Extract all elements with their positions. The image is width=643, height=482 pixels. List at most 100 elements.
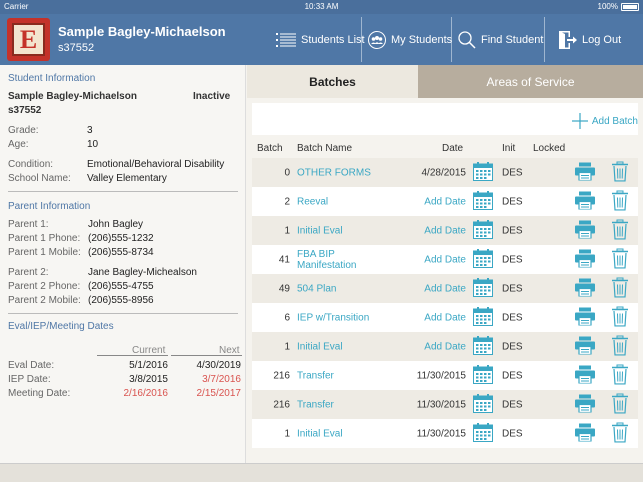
log-out-label: Log Out — [582, 33, 622, 46]
trash-icon[interactable] — [612, 335, 628, 358]
table-row[interactable]: 1 Initial Eval Add Date DES — [252, 216, 638, 245]
batch-init: DES — [502, 196, 523, 207]
print-icon[interactable] — [575, 423, 595, 444]
print-icon[interactable] — [575, 162, 595, 183]
batch-name-link[interactable]: 504 Plan — [297, 283, 392, 294]
table-row[interactable]: 0 OTHER FORMS 4/28/2015 DES — [252, 158, 638, 187]
print-icon[interactable] — [575, 249, 595, 270]
students-list-button[interactable]: Students List — [276, 17, 365, 62]
logout-icon — [559, 30, 577, 49]
header-student-id: s37552 — [58, 42, 95, 54]
add-batch-bar: Add Batch — [252, 103, 638, 135]
trash-icon[interactable] — [612, 248, 628, 271]
calendar-icon[interactable] — [473, 248, 493, 271]
batch-number: 41 — [278, 254, 290, 265]
trash-icon[interactable] — [612, 219, 628, 242]
batch-number: 216 — [273, 399, 290, 410]
col-date: Date — [442, 143, 464, 154]
trash-icon[interactable] — [612, 277, 628, 300]
divider — [8, 313, 238, 314]
batch-init: DES — [502, 254, 523, 265]
add-date-link[interactable]: Add Date — [424, 196, 466, 207]
field-label: Parent 1 Mobile: — [8, 247, 81, 258]
trash-icon[interactable] — [612, 306, 628, 329]
col-batch-name: Batch Name — [297, 143, 353, 154]
table-row[interactable]: 6 IEP w/Transition Add Date DES — [252, 303, 638, 332]
group-icon — [368, 30, 386, 49]
trash-icon[interactable] — [612, 364, 628, 387]
batch-name-link[interactable]: Initial Eval — [297, 225, 392, 236]
meeting-current: 2/16/2016 — [123, 388, 169, 399]
batch-name-link[interactable]: Reeval — [297, 196, 392, 207]
parent-info-title: Parent Information — [8, 201, 91, 212]
divider — [8, 191, 238, 192]
batch-init: DES — [502, 399, 523, 410]
batch-init: DES — [502, 283, 523, 294]
calendar-icon[interactable] — [473, 219, 493, 242]
calendar-icon[interactable] — [473, 364, 493, 387]
calendar-icon[interactable] — [473, 422, 493, 445]
table-row[interactable]: 49 504 Plan Add Date DES — [252, 274, 638, 303]
batch-name-link[interactable]: Initial Eval — [297, 341, 392, 352]
search-icon — [458, 30, 476, 49]
column-underline — [97, 355, 168, 356]
print-icon[interactable] — [575, 220, 595, 241]
batch-name-link[interactable]: FBA BIP Manifestation — [297, 249, 392, 271]
trash-icon[interactable] — [612, 422, 628, 445]
add-date-link[interactable]: Add Date — [424, 341, 466, 352]
parent2-phone: (206)555-4755 — [88, 281, 154, 292]
parent2-name: Jane Bagley-Michealson — [88, 267, 197, 278]
header-bar: E Sample Bagley-Michaelson s37552 Studen… — [0, 14, 643, 65]
age-value: 10 — [87, 139, 99, 150]
batch-name-link[interactable]: OTHER FORMS — [297, 167, 392, 178]
table-row[interactable]: 41 FBA BIP Manifestation Add Date DES — [252, 245, 638, 274]
calendar-icon[interactable] — [473, 393, 493, 416]
batch-init: DES — [502, 167, 523, 178]
add-date-link[interactable]: Add Date — [424, 254, 466, 265]
trash-icon[interactable] — [612, 190, 628, 213]
table-row[interactable]: 216 Transfer 11/30/2015 DES — [252, 390, 638, 419]
batch-number: 49 — [278, 283, 290, 294]
table-row[interactable]: 2 Reeval Add Date DES — [252, 187, 638, 216]
print-icon[interactable] — [575, 307, 595, 328]
calendar-icon[interactable] — [473, 335, 493, 358]
my-students-label: My Students — [391, 33, 453, 46]
batch-name-link[interactable]: Transfer — [297, 370, 392, 381]
parent1-name: John Bagley — [88, 219, 144, 230]
print-icon[interactable] — [575, 278, 595, 299]
my-students-button[interactable]: My Students — [368, 17, 452, 62]
calendar-icon[interactable] — [473, 161, 493, 184]
add-date-link[interactable]: Add Date — [424, 283, 466, 294]
calendar-icon[interactable] — [473, 306, 493, 329]
tab-batches[interactable]: Batches — [247, 65, 418, 98]
print-icon[interactable] — [575, 394, 595, 415]
trash-icon[interactable] — [612, 161, 628, 184]
batch-number: 0 — [284, 167, 290, 178]
batch-name-link[interactable]: Initial Eval — [297, 428, 392, 439]
print-icon[interactable] — [575, 336, 595, 357]
add-date-link[interactable]: Add Date — [424, 312, 466, 323]
trash-icon[interactable] — [612, 393, 628, 416]
tab-areas-of-service[interactable]: Areas of Service — [418, 65, 643, 98]
table-row[interactable]: 1 Initial Eval 11/30/2015 DES — [252, 419, 638, 448]
add-date-link[interactable]: Add Date — [424, 225, 466, 236]
table-row[interactable]: 1 Initial Eval Add Date DES — [252, 332, 638, 361]
students-list-label: Students List — [301, 33, 365, 46]
field-label: Parent 2 Mobile: — [8, 295, 81, 306]
batch-name-link[interactable]: IEP w/Transition — [297, 312, 392, 323]
print-icon[interactable] — [575, 191, 595, 212]
print-icon[interactable] — [575, 365, 595, 386]
batch-name-link[interactable]: Transfer — [297, 399, 392, 410]
field-label: IEP Date: — [8, 374, 51, 385]
table-row[interactable]: 216 Transfer 11/30/2015 DES — [252, 361, 638, 390]
student-name: Sample Bagley-Michaelson — [8, 91, 137, 102]
field-label: Meeting Date: — [8, 388, 71, 399]
student-detail-panel: Student Information Sample Bagley-Michae… — [0, 65, 246, 463]
calendar-icon[interactable] — [473, 277, 493, 300]
school-value: Valley Elementary — [87, 173, 167, 184]
find-student-button[interactable]: Find Student — [458, 17, 543, 62]
add-batch-button[interactable]: Add Batch — [571, 112, 638, 130]
calendar-icon[interactable] — [473, 190, 493, 213]
iep-next: 3/7/2016 — [202, 374, 241, 385]
log-out-button[interactable]: Log Out — [557, 17, 621, 62]
